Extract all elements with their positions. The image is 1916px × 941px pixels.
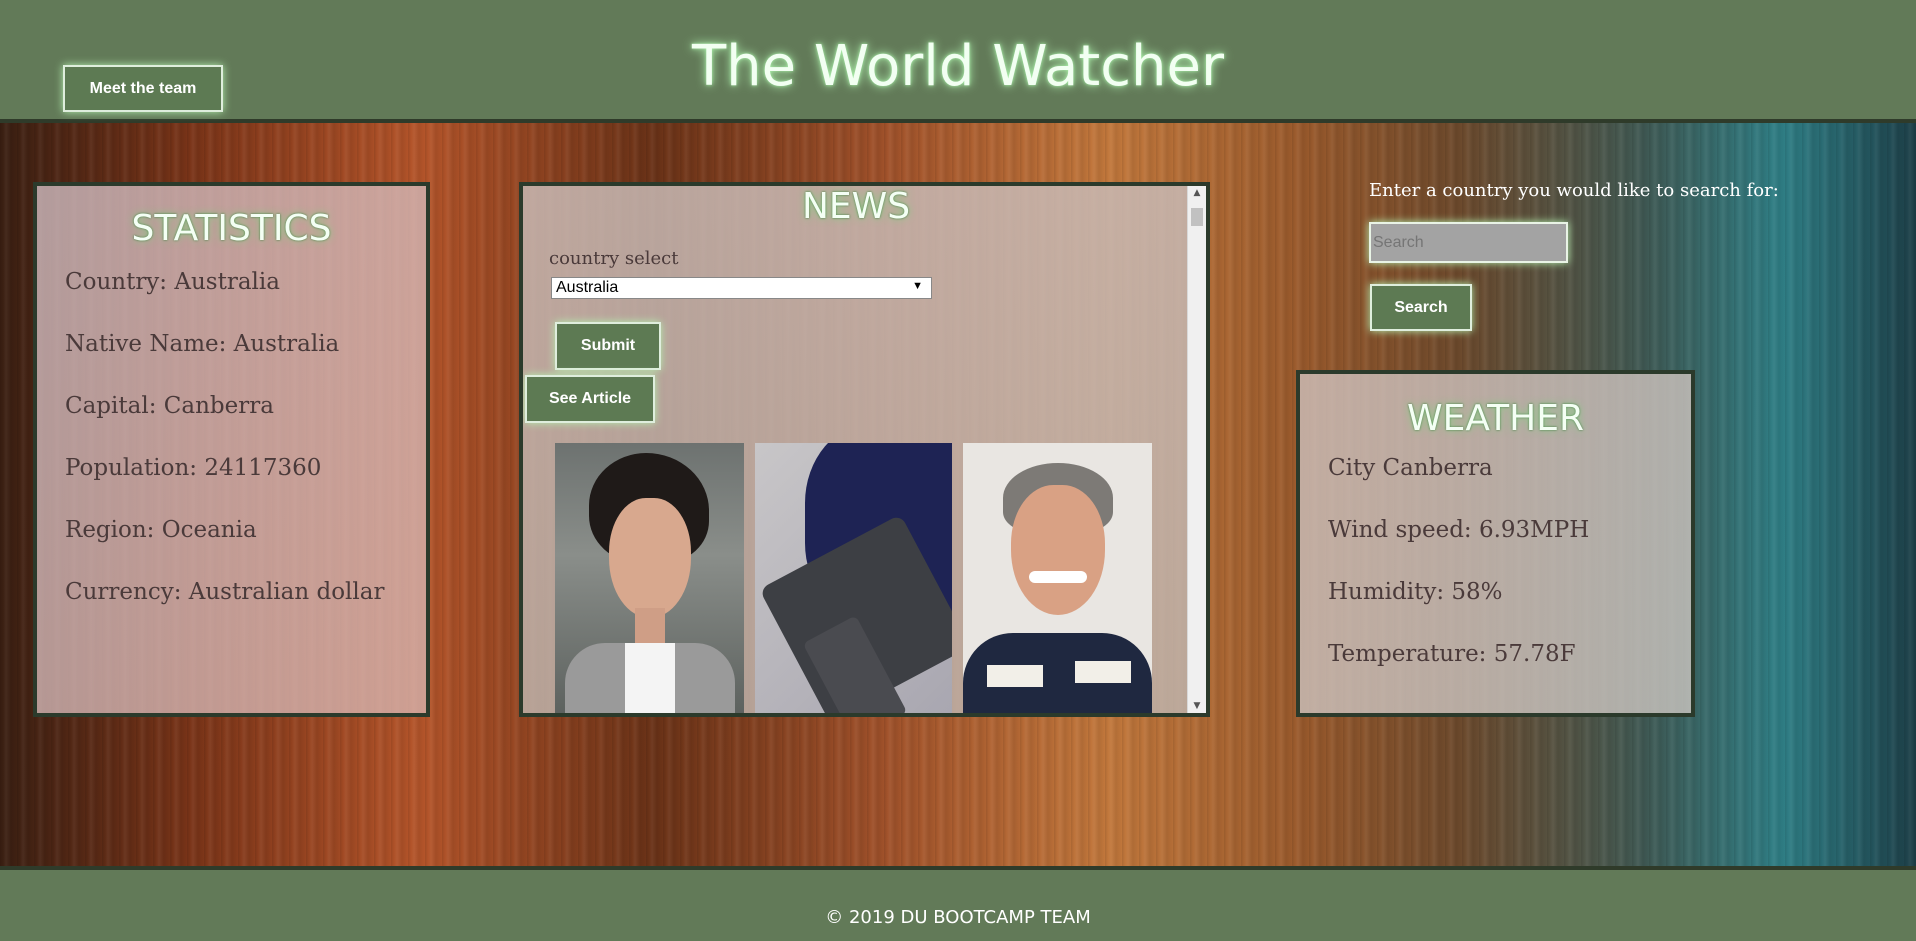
scroll-down-icon[interactable]: ▼	[1188, 701, 1206, 711]
weather-title: WEATHER	[1407, 398, 1584, 439]
see-article-button[interactable]: See Article	[525, 375, 655, 423]
search-prompt: Enter a country you would like to search…	[1369, 180, 1779, 201]
stat-currency: Currency: Australian dollar	[65, 579, 385, 605]
country-select-label: country select	[549, 248, 679, 269]
footer-copyright: © 2019 DU BOOTCAMP TEAM	[825, 907, 1091, 928]
weather-humidity: Humidity: 58%	[1328, 579, 1503, 605]
article-image-handgun[interactable]	[755, 443, 952, 713]
statistics-title: STATISTICS	[131, 208, 332, 249]
news-scrollbar[interactable]: ▲ ▼	[1187, 186, 1206, 713]
country-select-value: Australia	[556, 279, 619, 296]
stat-capital: Capital: Canberra	[65, 393, 274, 419]
stat-region: Region: Oceania	[65, 517, 257, 543]
weather-city: City Canberra	[1328, 455, 1493, 481]
weather-panel: WEATHER City Canberra Wind speed: 6.93MP…	[1296, 370, 1695, 717]
article-image-portrait[interactable]	[555, 443, 744, 713]
site-header: Meet the team The World Watcher	[0, 0, 1916, 123]
stat-population: Population: 24117360	[65, 455, 322, 481]
site-footer: © 2019 DU BOOTCAMP TEAM	[0, 866, 1916, 941]
chevron-down-icon: ▼	[912, 280, 923, 292]
news-panel: NEWS country select Australia ▼ Submit S…	[519, 182, 1210, 717]
statistics-panel: STATISTICS Country: Australia Native Nam…	[33, 182, 430, 717]
stat-native-name: Native Name: Australia	[65, 331, 340, 357]
weather-temperature: Temperature: 57.78F	[1328, 641, 1576, 667]
site-title: The World Watcher	[691, 34, 1225, 99]
search-button[interactable]: Search	[1370, 284, 1472, 331]
country-select[interactable]: Australia ▼	[551, 277, 932, 299]
scroll-thumb[interactable]	[1191, 208, 1203, 226]
search-input[interactable]	[1369, 222, 1568, 263]
article-image-man[interactable]	[963, 443, 1152, 713]
submit-button[interactable]: Submit	[555, 322, 661, 370]
news-title: NEWS	[801, 186, 911, 227]
scroll-up-icon[interactable]: ▲	[1188, 188, 1206, 198]
weather-wind-speed: Wind speed: 6.93MPH	[1328, 517, 1590, 543]
stat-country: Country: Australia	[65, 269, 280, 295]
